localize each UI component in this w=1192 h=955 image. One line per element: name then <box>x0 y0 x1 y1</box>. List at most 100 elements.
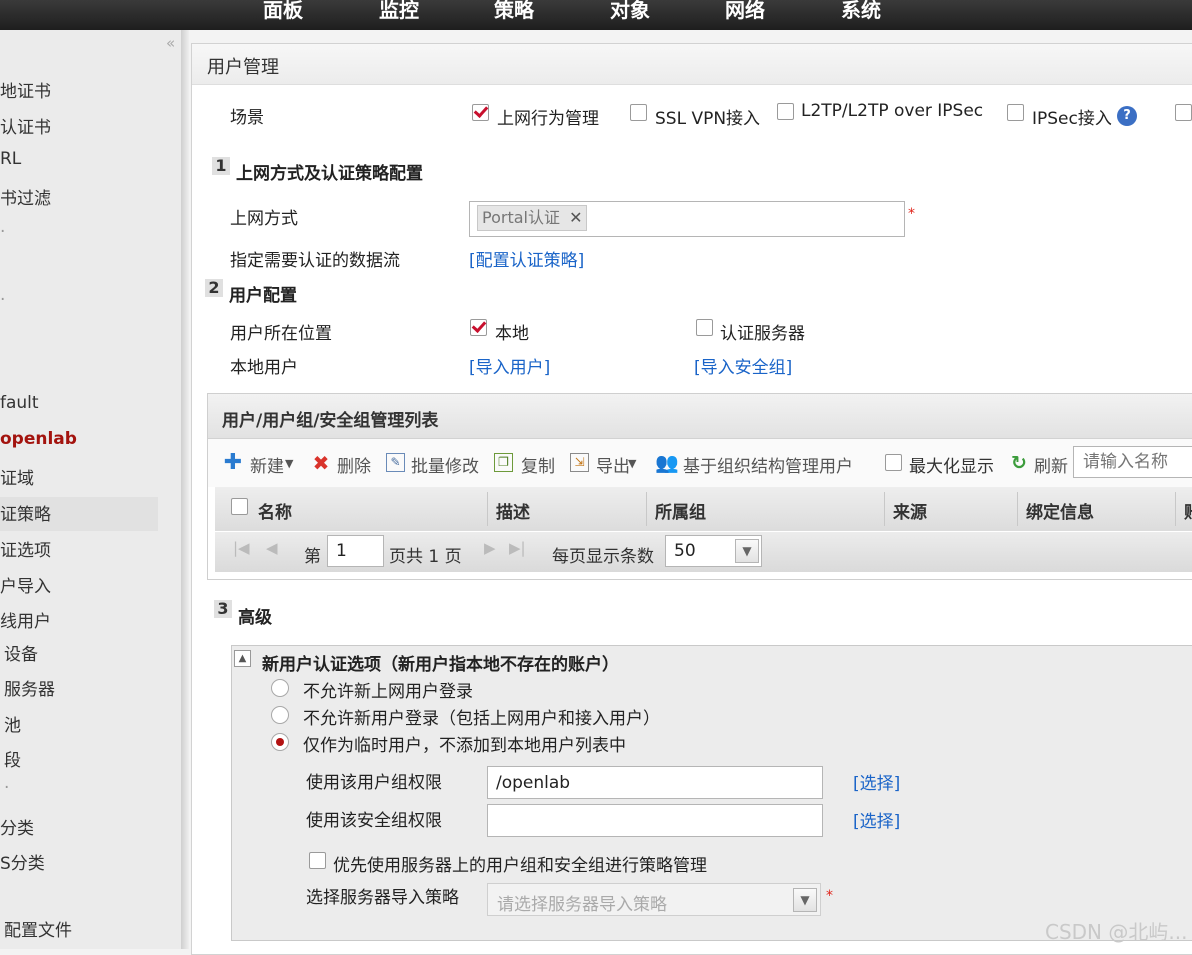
config-auth-policy-link[interactable]: [配置认证策略] <box>469 246 584 271</box>
scene-more-checkbox[interactable] <box>1175 104 1192 121</box>
prev-page-icon[interactable]: ◀ <box>266 539 278 557</box>
col-name[interactable]: 名称 <box>258 498 292 523</box>
copy-button[interactable]: 复制 <box>521 452 555 477</box>
sidebar-item-local-cert[interactable]: 地证书 <box>0 77 51 102</box>
per-page-label: 每页显示条数 <box>552 547 654 567</box>
batch-edit-icon[interactable]: ✎ <box>386 453 405 472</box>
chevron-down-icon[interactable]: ▼ <box>735 539 759 563</box>
import-security-groups-link[interactable]: [导入安全组] <box>694 353 792 378</box>
local-users-label: 本地用户 <box>230 358 298 378</box>
location-server-label: 认证服务器 <box>720 324 805 344</box>
next-page-icon[interactable]: ▶ <box>484 539 496 557</box>
col-binding[interactable]: 绑定信息 <box>1026 498 1094 523</box>
sidebar-item-s-category[interactable]: S分类 <box>0 849 45 874</box>
last-page-icon[interactable]: ▶| <box>509 539 526 557</box>
scene-web-behavior-label: 上网行为管理 <box>497 109 599 129</box>
nav-policy[interactable]: 策略 <box>494 0 534 23</box>
delete-icon[interactable]: ✖ <box>311 453 331 473</box>
sidebar-item-servers[interactable]: 服务器 <box>4 675 55 700</box>
tag-label: Portal认证 <box>482 208 560 227</box>
sidebar-item-user-import[interactable]: 户导入 <box>0 572 51 597</box>
scene-web-behavior-checkbox[interactable] <box>472 104 489 121</box>
radio-deny-new-user[interactable] <box>271 706 289 724</box>
sidebar-item-auth-option[interactable]: 证选项 <box>0 536 51 561</box>
server-import-policy-select[interactable]: 请选择服务器导入策略 <box>487 883 821 916</box>
section-number: 2 <box>205 279 223 297</box>
security-group-input[interactable] <box>487 804 823 837</box>
new-dropdown-icon[interactable]: ▼ <box>285 457 293 470</box>
access-method-label: 上网方式 <box>230 209 298 229</box>
required-marker: * <box>908 206 915 222</box>
collapse-sidebar-icon[interactable]: « <box>166 34 175 52</box>
prefer-server-groups-label: 优先使用服务器上的用户组和安全组进行策略管理 <box>333 856 707 876</box>
scene-ipsec-label: IPSec接入 <box>1032 109 1112 129</box>
import-users-link[interactable]: [导入用户] <box>469 353 550 378</box>
col-group[interactable]: 所属组 <box>655 498 706 523</box>
sidebar-item-pool[interactable]: 池 <box>4 711 21 736</box>
sidebar <box>0 30 185 949</box>
delete-button[interactable]: 删除 <box>337 452 371 477</box>
scene-l2tp-checkbox[interactable] <box>777 103 794 120</box>
sidebar-item-auth-policy[interactable]: 证策略 <box>0 500 51 525</box>
export-icon[interactable]: ⇲ <box>570 453 589 472</box>
location-local-label: 本地 <box>495 324 529 344</box>
sidebar-item-crl[interactable]: RL <box>0 149 21 169</box>
maximize-checkbox[interactable] <box>885 454 902 471</box>
refresh-icon[interactable]: ↻ <box>1009 453 1029 473</box>
search-input[interactable] <box>1073 446 1192 478</box>
section-title: 用户配置 <box>229 286 297 306</box>
col-account[interactable]: 账 <box>1184 498 1192 523</box>
sidebar-item-auth-domain[interactable]: 证域 <box>0 464 34 489</box>
nav-system[interactable]: 系统 <box>841 0 881 23</box>
nav-dashboard[interactable]: 面板 <box>263 0 303 23</box>
batch-edit-button[interactable]: 批量修改 <box>411 452 479 477</box>
scene-ssl-vpn-checkbox[interactable] <box>630 104 647 121</box>
sidebar-item-openlab[interactable]: openlab <box>0 429 77 449</box>
add-icon[interactable]: ✚ <box>223 452 243 474</box>
sidebar-item-cert-filter[interactable]: 书过滤 <box>0 184 51 209</box>
org-manage-users-button[interactable]: 基于组织结构管理用户 <box>683 452 853 477</box>
col-source[interactable]: 来源 <box>893 498 927 523</box>
portal-auth-tag: Portal认证 ✕ <box>477 205 588 231</box>
user-list-title: 用户/用户组/安全组管理列表 <box>222 411 439 431</box>
nav-network[interactable]: 网络 <box>725 0 765 23</box>
sidebar-item-default[interactable]: fault <box>0 393 39 413</box>
sidebar-item-segment[interactable]: 段 <box>4 746 21 771</box>
radio-deny-new-web-user[interactable] <box>271 679 289 697</box>
export-button[interactable]: 导出 <box>596 452 630 477</box>
prefer-server-groups-checkbox[interactable] <box>309 852 326 869</box>
required-marker: * <box>826 888 833 904</box>
sidebar-item-config-file[interactable]: 配置文件 <box>4 916 72 941</box>
select-user-group-link[interactable]: [选择] <box>853 769 900 794</box>
help-icon[interactable]: ? <box>1117 106 1137 126</box>
server-import-policy-label: 选择服务器导入策略 <box>306 888 459 908</box>
sidebar-item-devices[interactable]: 设备 <box>4 640 38 665</box>
page-number-input[interactable]: 1 <box>327 535 384 567</box>
col-description[interactable]: 描述 <box>496 498 530 523</box>
first-page-icon[interactable]: |◀ <box>233 539 250 557</box>
sidebar-item-ca-cert[interactable]: 认证书 <box>0 113 51 138</box>
select-all-checkbox[interactable] <box>231 498 248 515</box>
location-local-checkbox[interactable] <box>470 319 487 336</box>
user-group-input[interactable]: /openlab <box>487 766 823 799</box>
scene-ipsec-checkbox[interactable] <box>1007 104 1024 121</box>
copy-icon[interactable]: ❐ <box>494 453 513 472</box>
nav-monitor[interactable]: 监控 <box>379 0 419 23</box>
tag-remove-icon[interactable]: ✕ <box>569 208 582 227</box>
nav-object[interactable]: 对象 <box>610 0 650 23</box>
collapse-toggle-icon[interactable]: ▲ <box>234 650 251 667</box>
sidebar-dot: · <box>0 290 6 310</box>
radio-temp-user[interactable] <box>271 733 289 751</box>
sidebar-item-category[interactable]: 分类 <box>0 814 34 839</box>
sidebar-item-online-users[interactable]: 线用户 <box>0 607 51 632</box>
column-divider <box>1017 492 1018 526</box>
new-button[interactable]: 新建 <box>250 452 284 477</box>
select-security-group-link[interactable]: [选择] <box>853 807 900 832</box>
radio-deny-new-web-user-label: 不允许新上网用户登录 <box>303 682 473 702</box>
export-dropdown-icon[interactable]: ▼ <box>628 457 636 470</box>
user-group-permission-label: 使用该用户组权限 <box>306 773 442 793</box>
org-users-icon[interactable]: 👥 <box>655 453 679 473</box>
chevron-down-icon[interactable]: ▼ <box>793 888 817 912</box>
location-server-checkbox[interactable] <box>696 319 713 336</box>
refresh-button[interactable]: 刷新 <box>1034 452 1068 477</box>
